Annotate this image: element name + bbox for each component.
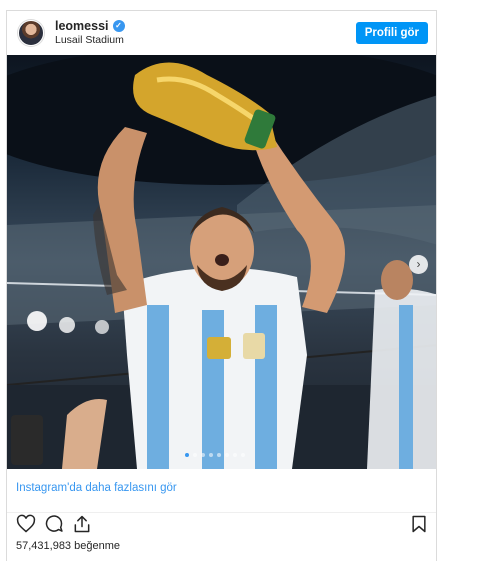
username[interactable]: leomessi [55, 19, 109, 33]
comment-icon-path [45, 515, 63, 532]
jersey-badge [243, 333, 265, 359]
share-icon[interactable] [72, 514, 92, 534]
jersey-stripe [147, 305, 169, 469]
bookmark-icon[interactable] [409, 514, 429, 534]
carousel-indicator [185, 453, 245, 457]
mouth [215, 254, 229, 266]
post-actions [7, 514, 436, 540]
more-link-row: Instagram'da daha fazlasını gör [7, 469, 436, 513]
carousel-dot [233, 453, 237, 457]
carousel-dot [201, 453, 205, 457]
heart-icon-path [16, 514, 36, 533]
carousel-dot [193, 453, 197, 457]
jersey-stripe [202, 310, 224, 469]
instagram-embed-card: leomessi ✓ Lusail Stadium Profili gör › … [6, 10, 437, 561]
avatar-image [18, 20, 44, 46]
user-info: leomessi ✓ Lusail Stadium [55, 19, 125, 46]
jersey-crest [207, 337, 231, 359]
post-header: leomessi ✓ Lusail Stadium Profili gör [7, 11, 436, 55]
post-photo[interactable]: › [7, 55, 436, 469]
teammate-stripe [399, 305, 413, 469]
profile-avatar[interactable] [17, 19, 45, 47]
view-profile-button[interactable]: Profili gör [355, 22, 428, 44]
crowd-phone [11, 415, 43, 465]
carousel-dot [217, 453, 221, 457]
post-location[interactable]: Lusail Stadium [55, 34, 125, 46]
carousel-dot [241, 453, 245, 457]
likes-count[interactable]: 57,431,983 beğenme [16, 540, 120, 552]
floodlight [27, 311, 47, 331]
photo-illustration [7, 55, 436, 469]
heart-icon[interactable] [16, 514, 36, 534]
floodlight [59, 317, 75, 333]
comment-icon[interactable] [44, 514, 64, 534]
verified-badge-icon: ✓ [112, 20, 125, 32]
view-more-on-instagram-link[interactable]: Instagram'da daha fazlasını gör [16, 482, 177, 494]
carousel-dot [209, 453, 213, 457]
bookmark-icon-path [412, 515, 426, 533]
floodlight [95, 320, 109, 334]
carousel-dot [225, 453, 229, 457]
jersey-stripe [255, 305, 277, 469]
username-row: leomessi ✓ [55, 19, 125, 33]
carousel-dot [185, 453, 189, 457]
chevron-right-icon[interactable]: › [409, 255, 428, 274]
share-icon-path [74, 515, 90, 533]
